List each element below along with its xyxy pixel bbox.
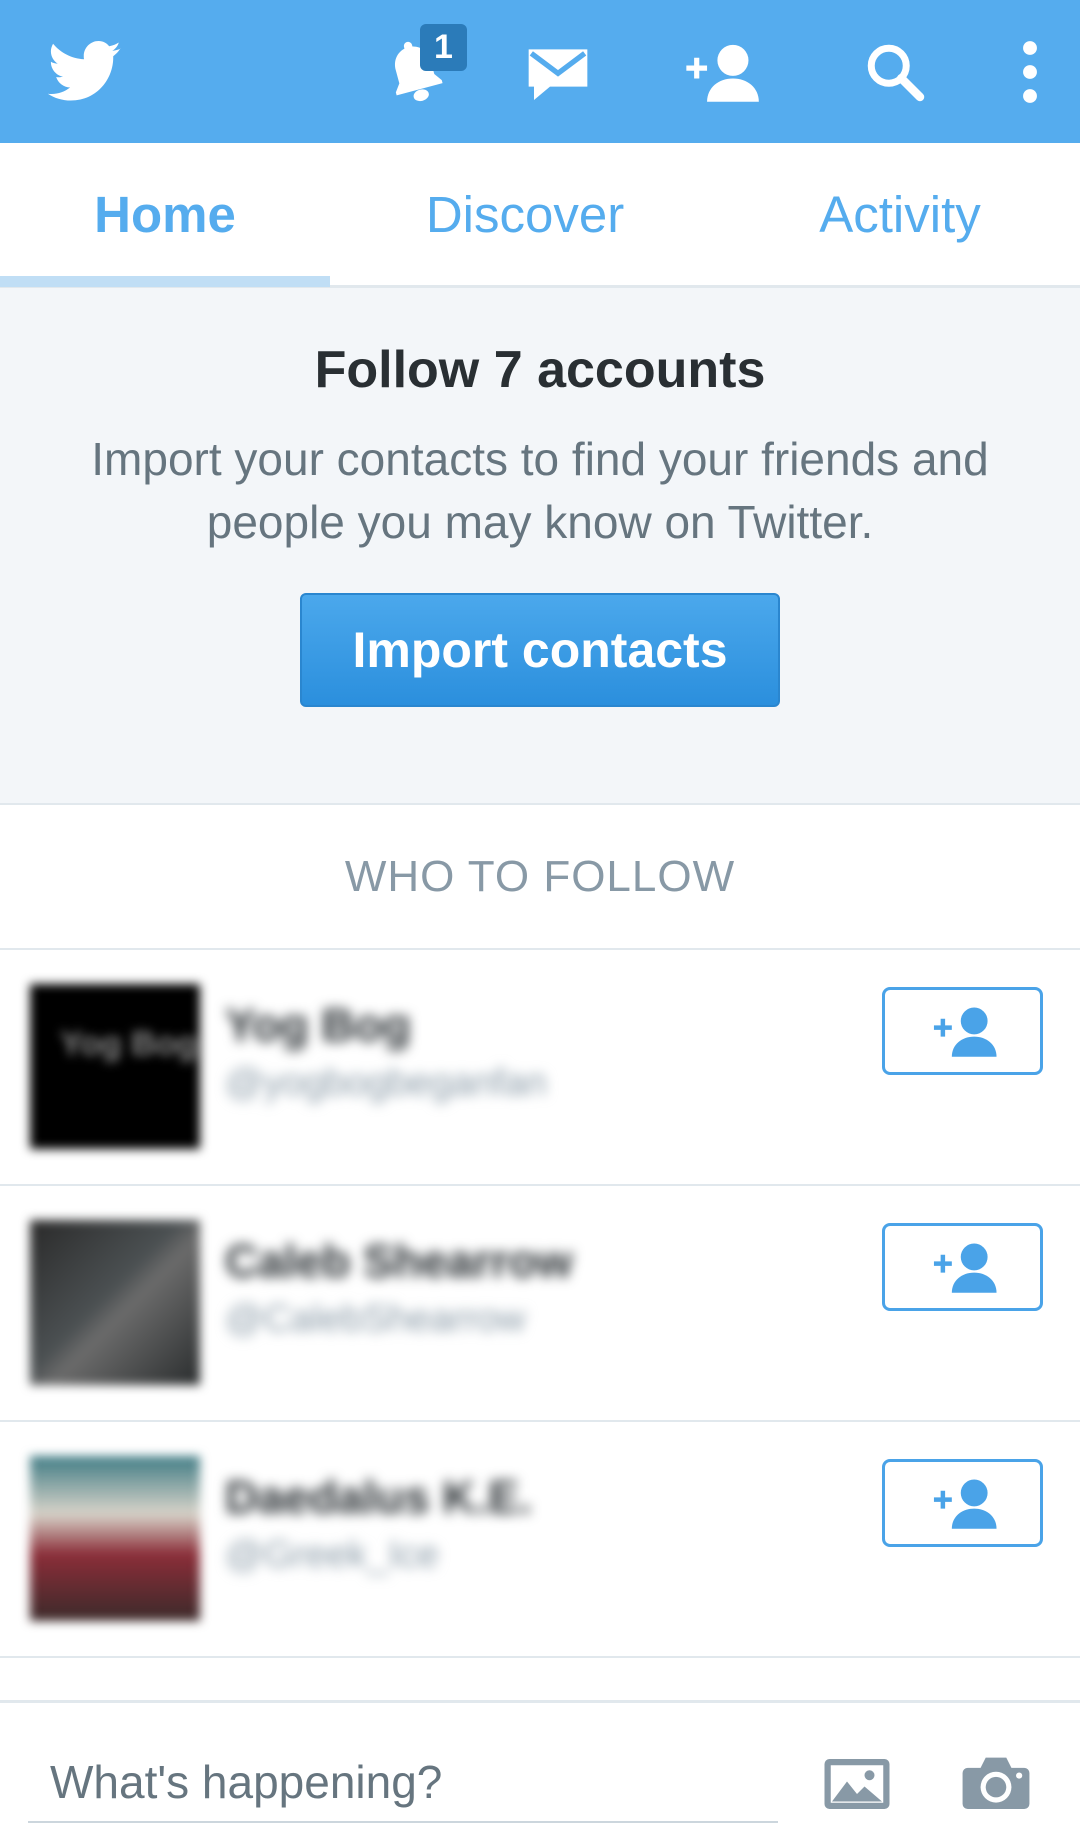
top-action-bar: 1 bbox=[0, 0, 1080, 143]
import-card-description: Import your contacts to find your friend… bbox=[91, 433, 989, 548]
tab-bar: Home Discover Activity bbox=[0, 143, 1080, 288]
tab-discover[interactable]: Discover bbox=[360, 143, 690, 285]
add-user-icon bbox=[933, 1479, 997, 1529]
account-name[interactable]: Caleb Shearrow bbox=[225, 1234, 573, 1288]
account-name[interactable]: Yog Bog bbox=[225, 998, 411, 1052]
bell-icon[interactable] bbox=[355, 0, 475, 143]
compose-bar bbox=[0, 1700, 1080, 1845]
add-user-icon[interactable] bbox=[670, 0, 770, 143]
twitter-bird-icon[interactable] bbox=[40, 0, 130, 143]
account-name[interactable]: Daedalus K.E. bbox=[225, 1470, 532, 1524]
notification-badge: 1 bbox=[420, 24, 467, 71]
search-icon[interactable] bbox=[855, 0, 935, 143]
import-contacts-card: Follow 7 accounts Import your contacts t… bbox=[0, 288, 1080, 805]
list-item[interactable]: Yog Bog Yog Bog @yogbogbeganfan bbox=[0, 950, 1080, 1186]
follow-button[interactable] bbox=[882, 1459, 1043, 1547]
follow-button[interactable] bbox=[882, 987, 1043, 1075]
account-handle: @Greek_Ice bbox=[225, 1534, 439, 1576]
photo-icon[interactable] bbox=[824, 1759, 890, 1814]
account-handle: @CalebShearrow bbox=[225, 1298, 526, 1340]
avatar[interactable] bbox=[30, 1220, 200, 1385]
follow-button[interactable] bbox=[882, 1223, 1043, 1311]
tab-home[interactable]: Home bbox=[0, 143, 330, 285]
camera-icon[interactable] bbox=[962, 1755, 1030, 1814]
list-item[interactable]: Daedalus K.E. @Greek_Ice bbox=[0, 1422, 1080, 1658]
avatar-text: Yog Bog bbox=[60, 1025, 198, 1063]
list-item[interactable]: Caleb Shearrow @CalebShearrow bbox=[0, 1186, 1080, 1422]
add-user-icon bbox=[933, 1243, 997, 1293]
overflow-menu-icon[interactable] bbox=[1000, 0, 1060, 143]
avatar[interactable] bbox=[30, 1456, 200, 1621]
import-contacts-button[interactable]: Import contacts bbox=[300, 593, 780, 707]
active-tab-indicator bbox=[0, 276, 330, 287]
avatar[interactable]: Yog Bog bbox=[30, 984, 200, 1149]
account-handle: @yogbogbeganfan bbox=[225, 1062, 547, 1104]
compose-tweet-input[interactable] bbox=[28, 1743, 778, 1823]
add-user-icon bbox=[933, 1007, 997, 1057]
who-to-follow-header: WHO TO FOLLOW bbox=[0, 805, 1080, 950]
envelope-icon[interactable] bbox=[515, 0, 600, 143]
twitter-app: 1 Home Discover Activity Follow 7 accoun… bbox=[0, 0, 1080, 1845]
tab-activity[interactable]: Activity bbox=[740, 143, 1060, 285]
import-card-title: Follow 7 accounts bbox=[314, 341, 766, 399]
